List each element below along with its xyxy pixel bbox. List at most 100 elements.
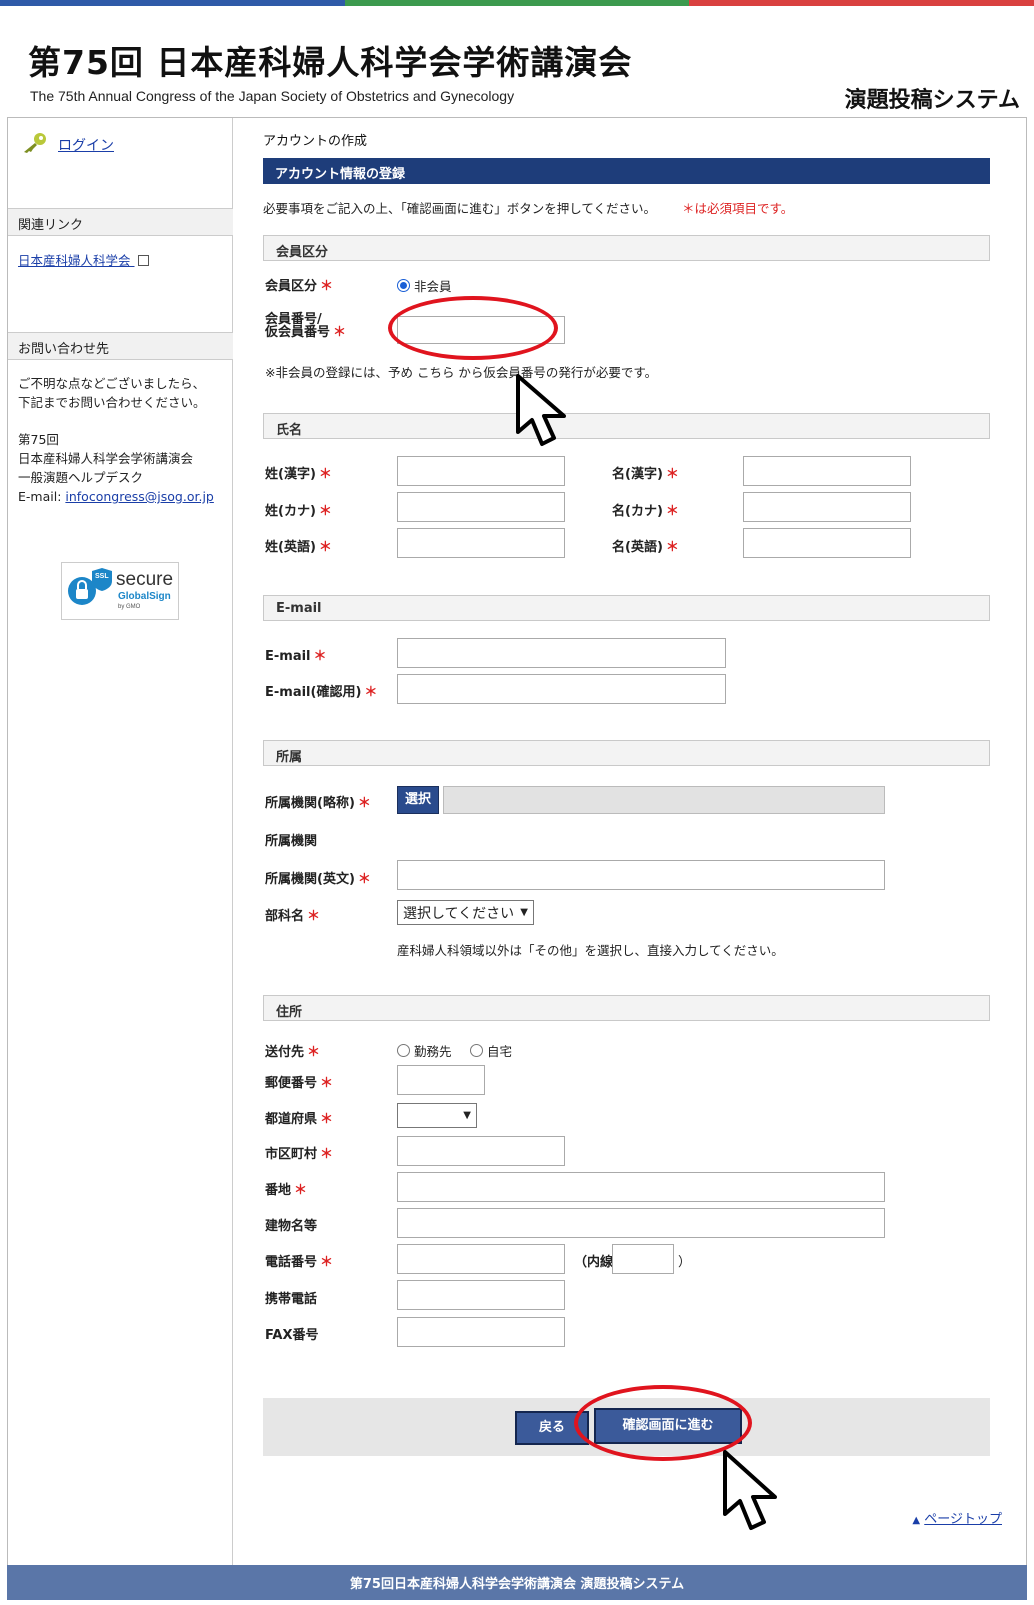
radio-non-member-label: 非会員 [414, 279, 452, 294]
section-member: 会員区分 [263, 235, 990, 261]
city-label: 市区町村＊ [265, 1143, 333, 1162]
email-input[interactable] [397, 638, 726, 668]
fax-label: FAX番号 [265, 1328, 319, 1343]
postal-input[interactable] [397, 1065, 485, 1095]
email-label: E-mail ＊ [265, 645, 327, 664]
building-input[interactable] [397, 1208, 885, 1238]
contact-org: 第75回 日本産科婦人科学会学術講演会 一般演題ヘルプデスク E-mail: i… [18, 430, 214, 506]
city-input[interactable] [397, 1136, 565, 1166]
jsog-link-label[interactable]: 日本産科婦人科学会 [18, 253, 131, 268]
cursor-arrow-icon [723, 1450, 777, 1530]
send-to-label: 送付先＊ [265, 1041, 320, 1060]
required-mark: ＊ [307, 1045, 321, 1060]
contact-org-line: 一般演題ヘルプデスク [18, 470, 144, 485]
required-mark: ＊ [665, 540, 679, 555]
label-text: 名(漢字) [612, 467, 663, 482]
first-name-en-label: 名(英語) ＊ [612, 536, 679, 555]
last-name-kana-input[interactable] [397, 492, 565, 522]
contact-heading: お問い合わせ先 [8, 332, 233, 360]
breadcrumb: アカウントの作成 [263, 134, 368, 149]
label-text: 名(英語) [612, 540, 663, 555]
highlight-ring [388, 296, 558, 360]
extension-close: ） [678, 1255, 692, 1270]
radio-office[interactable]: 勤務先 [397, 1041, 452, 1060]
prefecture-select[interactable]: ▼ [397, 1103, 477, 1128]
radio-home-label: 自宅 [487, 1044, 513, 1059]
section-address: 住所 [263, 995, 990, 1021]
first-name-kana-input[interactable] [743, 492, 911, 522]
required-note: ＊は必須項目です。 [682, 201, 794, 216]
phone-input[interactable] [397, 1244, 565, 1274]
related-links-heading: 関連リンク [8, 208, 233, 236]
street-label: 番地＊ [265, 1179, 307, 1198]
department-label: 部科名＊ [265, 905, 320, 924]
required-mark: ＊ [318, 540, 332, 555]
footer: 第75回日本産科婦人科学会学術講演会 演題投稿システム [7, 1565, 1027, 1600]
required-mark: ＊ [357, 796, 371, 811]
page-top-link[interactable]: ▲ ページトップ [912, 1508, 1002, 1527]
radio-non-member[interactable]: 非会員 [397, 276, 452, 295]
external-link-icon [137, 255, 149, 266]
contact-org-line: 第75回 [18, 432, 59, 447]
fax-input[interactable] [397, 1317, 565, 1347]
jsog-link[interactable]: 日本産科婦人科学会 [18, 250, 149, 269]
radio-unselected-icon[interactable] [397, 1044, 410, 1057]
contact-text-line: 下記までお問い合わせください。 [18, 395, 206, 410]
last-name-en-input[interactable] [397, 528, 565, 558]
chevron-down-icon: ▼ [520, 907, 528, 918]
first-name-kana-label: 名(カナ) ＊ [612, 500, 679, 519]
member-type-label: 会員区分＊ [265, 275, 333, 294]
affiliation-en-input[interactable] [397, 860, 885, 890]
radio-selected-icon[interactable] [397, 279, 410, 292]
login-label[interactable]: ログイン [58, 135, 114, 155]
required-mark: ＊ [357, 872, 371, 887]
label-text: E-mail(確認用) [265, 685, 362, 700]
intro-text: 必要事項をご記入の上、「確認画面に進む」ボタンを押してください。 ＊は必須項目で… [263, 198, 793, 217]
email-confirm-input[interactable] [397, 674, 726, 704]
mobile-label: 携帯電話 [265, 1292, 318, 1307]
affiliation-short-label: 所属機関(略称) ＊ [265, 792, 371, 811]
label-text: 姓(カナ) [265, 504, 316, 519]
label-text: 所属機関(英文) [265, 872, 355, 887]
label-text: 部科名 [265, 909, 305, 924]
header: 第75回 日本産科婦人科学会学術講演会 The 75th Annual Cong… [0, 6, 1034, 116]
label-text: 所属機関(略称) [265, 796, 355, 811]
required-mark: ＊ [333, 325, 347, 340]
required-mark: ＊ [313, 649, 327, 664]
contact-text: ご不明な点などございましたら、 下記までお問い合わせください。 [18, 374, 206, 412]
ssl-secure-text: secure [116, 569, 174, 590]
required-mark: ＊ [320, 1147, 334, 1162]
page-title: 第75回 日本産科婦人科学会学術講演会 [28, 43, 633, 82]
postal-label: 郵便番号＊ [265, 1072, 333, 1091]
extension-input[interactable] [612, 1244, 674, 1274]
department-note: 産科婦人科領域以外は「その他」を選択し、直接入力してください。 [397, 943, 784, 958]
label-text: 郵便番号 [265, 1076, 318, 1091]
last-name-kanji-input[interactable] [397, 456, 565, 486]
required-mark: ＊ [665, 467, 679, 482]
page-top-label[interactable]: ページトップ [924, 1512, 1002, 1527]
first-name-kanji-label: 名(漢字) ＊ [612, 463, 679, 482]
required-mark: ＊ [665, 504, 679, 519]
member-number-label-line: 仮会員番号 [265, 325, 331, 340]
chevron-down-icon: ▼ [463, 1110, 471, 1121]
first-name-kanji-input[interactable] [743, 456, 911, 486]
first-name-en-input[interactable] [743, 528, 911, 558]
ssl-seal[interactable]: SSL secure GlobalSign by GMO [61, 562, 179, 620]
key-icon [20, 132, 48, 158]
required-mark: ＊ [318, 504, 332, 519]
contact-email-link[interactable]: infocongress@jsog.or.jp [65, 489, 213, 504]
affiliation-select-button[interactable]: 選択 [397, 786, 439, 814]
last-name-kanji-label: 姓(漢字) ＊ [265, 463, 332, 482]
radio-unselected-icon[interactable] [470, 1044, 483, 1057]
label-text: 姓(漢字) [265, 467, 316, 482]
affiliation-en-label: 所属機関(英文) ＊ [265, 868, 371, 887]
radio-office-label: 勤務先 [414, 1044, 452, 1059]
label-text: E-mail [265, 649, 311, 664]
ssl-brand-text: GlobalSign [118, 591, 171, 602]
street-input[interactable] [397, 1172, 885, 1202]
login-link[interactable]: ログイン [20, 132, 114, 158]
department-select[interactable]: 選択してください ▼ [397, 900, 534, 925]
radio-home[interactable]: 自宅 [470, 1041, 512, 1060]
mobile-input[interactable] [397, 1280, 565, 1310]
label-text: 市区町村 [265, 1147, 318, 1162]
